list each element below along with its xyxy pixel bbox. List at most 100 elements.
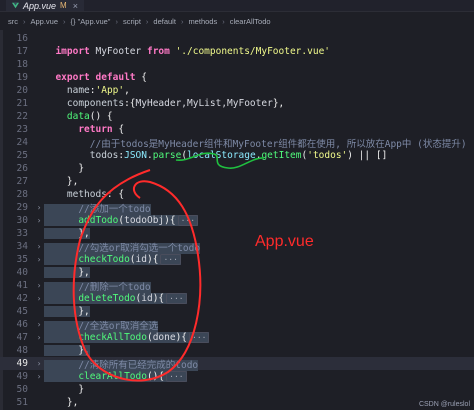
- vue-file-icon: [12, 2, 19, 9]
- code-token: return: [44, 124, 119, 135]
- fold-chevron-icon[interactable]: ›: [34, 372, 44, 381]
- breadcrumb-item[interactable]: App.vue: [31, 17, 59, 26]
- code-text: }: [44, 163, 474, 174]
- code-line[interactable]: 49 › //清除所有已经完成的todo: [0, 357, 474, 371]
- folded-region-ellipsis[interactable]: ···: [177, 215, 199, 226]
- tab-close-icon[interactable]: ×: [73, 1, 78, 11]
- breadcrumb-separator-icon: ›: [63, 16, 66, 26]
- breadcrumb: src › App.vue › {} "App.vue" › script › default ›…: [0, 12, 474, 30]
- tab-app-vue[interactable]: App.vue M ×: [6, 0, 84, 11]
- code-token: },: [44, 267, 90, 278]
- code-token: components: [44, 98, 125, 109]
- code-line[interactable]: 35 › checkTodo(id){···: [0, 253, 474, 266]
- code-token: //全选or取消全选: [44, 320, 159, 332]
- code-line[interactable]: 20 name:'App',: [0, 84, 474, 97]
- code-token: parse: [152, 150, 182, 161]
- code-token: MyFooter: [95, 46, 147, 57]
- code-line[interactable]: 29 › //添加一个todo: [0, 201, 474, 215]
- code-line[interactable]: 26 }: [0, 162, 474, 175]
- code-line[interactable]: 51 },: [0, 396, 474, 409]
- code-token: data: [44, 111, 90, 122]
- code-token: methods: [44, 189, 107, 200]
- code-text: methods: {: [44, 189, 474, 200]
- code-text: },: [44, 345, 474, 356]
- folded-region-ellipsis[interactable]: ···: [166, 371, 187, 382]
- breadcrumb-separator-icon: ›: [222, 16, 225, 26]
- line-number: 33: [16, 228, 28, 239]
- code-line[interactable]: 25 todos:JSON.parse(localStorage.getItem…: [0, 149, 474, 162]
- code-line[interactable]: 24 //由于todos是MyHeader组件和MyFooter组件都在使用, …: [0, 136, 474, 150]
- code-token: //添加一个todo: [44, 203, 151, 215]
- code-editor[interactable]: 16 17 import MyFooter from './components/…: [0, 30, 474, 410]
- breadcrumb-separator-icon: ›: [180, 16, 184, 26]
- line-number: 41: [16, 280, 28, 291]
- code-line[interactable]: 16: [0, 32, 474, 45]
- breadcrumb-item[interactable]: script: [123, 17, 141, 26]
- line-number: 26: [16, 163, 28, 174]
- fold-chevron-icon[interactable]: ›: [34, 333, 44, 342]
- breadcrumb-item[interactable]: methods: [188, 17, 217, 26]
- code-token: },: [44, 345, 90, 356]
- folded-region-ellipsis[interactable]: ···: [166, 293, 187, 304]
- code-text: },: [44, 306, 474, 317]
- code-line[interactable]: 47 › checkAllTodo(done){···: [0, 331, 474, 344]
- line-number: 29: [16, 202, 28, 213]
- code-line[interactable]: 42 › deleteTodo(id){···: [0, 292, 474, 305]
- breadcrumb-separator-icon: ›: [23, 16, 26, 26]
- code-token: //勾选or取消勾选一个todo: [44, 242, 201, 254]
- line-number: 40: [16, 267, 28, 278]
- code-line[interactable]: 30 › addTodo(todoObj){···: [0, 214, 474, 227]
- fold-chevron-icon[interactable]: ›: [34, 320, 44, 329]
- line-number: 42: [16, 293, 28, 304]
- code-line[interactable]: 23 return {: [0, 123, 474, 136]
- code-line[interactable]: 27 },: [0, 175, 474, 188]
- code-line[interactable]: 17 import MyFooter from './components/My…: [0, 45, 474, 58]
- line-number: 30: [16, 215, 28, 226]
- code-token: checkAllTodo: [44, 332, 147, 343]
- fold-chevron-icon[interactable]: ›: [34, 216, 44, 225]
- code-token: JSON: [124, 150, 147, 161]
- folded-region-ellipsis[interactable]: ···: [189, 332, 210, 343]
- fold-chevron-icon[interactable]: ›: [34, 255, 44, 264]
- code-line[interactable]: 48 },: [0, 344, 474, 357]
- code-line[interactable]: 41 › //删除一个todo: [0, 279, 474, 293]
- fold-chevron-icon[interactable]: ›: [34, 203, 44, 212]
- code-text: name:'App',: [44, 85, 474, 96]
- code-text: checkAllTodo(done){···: [44, 332, 474, 343]
- fold-chevron-icon[interactable]: ›: [34, 281, 44, 290]
- code-line[interactable]: 18: [0, 58, 474, 71]
- folded-region-ellipsis[interactable]: ···: [160, 254, 181, 265]
- code-token: done: [152, 332, 176, 343]
- code-line[interactable]: 49 › clearAllTodo(){···: [0, 370, 474, 383]
- code-token: from: [146, 46, 176, 57]
- breadcrumb-item[interactable]: default: [153, 17, 176, 26]
- code-token: }: [44, 384, 85, 395]
- code-line[interactable]: 33 },: [0, 227, 474, 240]
- line-number: 46: [16, 319, 28, 330]
- fold-chevron-icon[interactable]: ›: [34, 294, 44, 303]
- fold-chevron-icon[interactable]: ›: [34, 242, 44, 251]
- code-token: :{: [124, 98, 136, 109]
- code-line[interactable]: 28 methods: {: [0, 188, 474, 201]
- code-line[interactable]: 50 }: [0, 383, 474, 396]
- code-token: : {: [106, 189, 125, 200]
- line-number: 50: [16, 384, 28, 395]
- code-line[interactable]: 40 },: [0, 266, 474, 279]
- code-token: },: [44, 176, 79, 187]
- code-line[interactable]: 22 data() {: [0, 110, 474, 123]
- code-token: addTodo: [44, 215, 119, 226]
- code-line[interactable]: 19 export default {: [0, 71, 474, 84]
- code-line[interactable]: 46 › //全选or取消全选: [0, 318, 474, 332]
- breadcrumb-separator-icon: ›: [115, 16, 118, 26]
- line-number: 25: [16, 150, 28, 161]
- code-line[interactable]: 21 components:{MyHeader,MyList,MyFooter}…: [0, 97, 474, 110]
- code-line[interactable]: 34 › //勾选or取消勾选一个todo: [0, 240, 474, 254]
- breadcrumb-item[interactable]: src: [8, 17, 18, 26]
- breadcrumb-item[interactable]: {} "App.vue": [71, 17, 111, 26]
- line-number: 21: [16, 98, 28, 109]
- line-number: 28: [16, 189, 28, 200]
- fold-chevron-icon[interactable]: ›: [34, 359, 44, 368]
- line-number: 20: [16, 85, 28, 96]
- code-line[interactable]: 45 },: [0, 305, 474, 318]
- breadcrumb-item[interactable]: clearAllTodo: [230, 17, 271, 26]
